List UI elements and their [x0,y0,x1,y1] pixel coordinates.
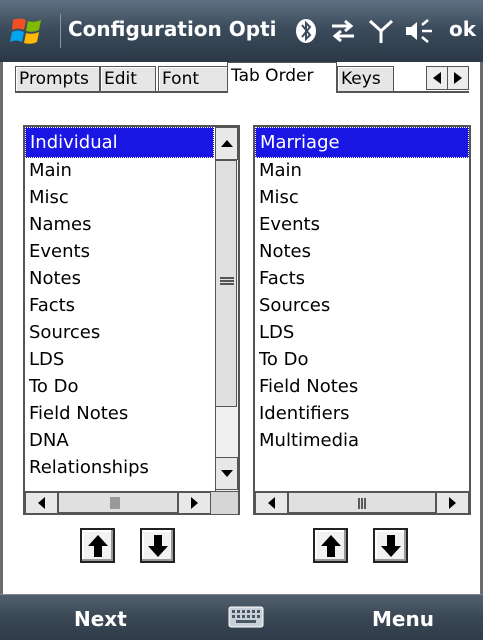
grip-icon [110,497,120,509]
soft-key-bar: Next Menu [0,594,483,640]
ok-button[interactable]: ok [449,17,476,41]
triangle-up-icon [220,140,233,147]
tab-tab-order[interactable]: Tab Order [227,62,337,93]
title-bar: Configuration Opti ok [0,0,483,62]
list-item[interactable]: Events [25,239,214,266]
arrow-down-icon [380,534,401,557]
list-item[interactable]: Field Notes [255,374,469,401]
grip-icon [358,498,366,509]
right-horizontal-scroll-thumb[interactable] [288,492,436,513]
title-separator [60,14,61,48]
list-header-marriage[interactable]: Marriage [255,127,469,158]
triangle-right-icon [454,72,462,84]
list-item[interactable]: LDS [255,320,469,347]
left-vertical-scroll-thumb[interactable] [215,160,237,407]
scroll-up-button[interactable] [215,127,238,160]
scroll-left-button[interactable] [25,492,58,514]
list-item[interactable]: Misc [25,185,214,212]
list-item[interactable]: To Do [25,374,214,401]
list-item[interactable]: Misc [255,185,469,212]
list-item[interactable]: Events [255,212,469,239]
scroll-left-button[interactable] [255,492,288,514]
volume-icon[interactable] [404,14,436,48]
tab-scroll-left-button[interactable] [426,66,448,90]
bluetooth-icon[interactable] [294,14,318,48]
triangle-right-icon [191,497,198,509]
configuration-panel: Prompts Edit Font Tab Order Keys Individ… [0,62,483,594]
scroll-corner [211,492,238,514]
list-item[interactable]: LDS [25,347,214,374]
arrow-down-icon [147,534,168,557]
list-item[interactable]: Sources [25,320,214,347]
list-item[interactable]: Main [25,158,214,185]
marriage-tab-order-list[interactable]: Marriage Main Misc Events Notes Facts Sources… [253,125,471,515]
list-item[interactable]: Field Notes [25,401,214,428]
tab-prompts[interactable]: Prompts [15,66,100,92]
left-horizontal-scrollbar[interactable] [25,491,238,514]
keyboard-icon[interactable] [228,606,264,628]
scroll-right-button[interactable] [178,492,211,514]
menu-softkey[interactable]: Menu [372,607,434,631]
list-item[interactable]: Names [25,212,214,239]
list-item[interactable]: Notes [255,239,469,266]
tab-keys[interactable]: Keys [337,66,394,92]
left-horizontal-scroll-thumb[interactable] [58,492,178,513]
next-softkey[interactable]: Next [74,607,127,631]
list-item[interactable]: Main [255,158,469,185]
triangle-left-icon [38,497,45,509]
individual-tab-order-list[interactable]: Individual Main Misc Names Events Notes Facts… [23,125,240,515]
arrow-up-icon [320,534,341,557]
list-item[interactable]: Relationships [25,455,214,482]
list-item[interactable]: Multimedia [255,428,469,455]
right-move-down-button[interactable] [373,528,408,563]
list-item[interactable]: Identifiers [255,401,469,428]
scroll-down-button[interactable] [215,457,238,490]
list-item[interactable]: DNA [25,428,214,455]
list-item[interactable]: To Do [255,347,469,374]
right-move-up-button[interactable] [313,528,348,563]
signal-antenna-icon[interactable] [368,14,394,48]
list-item[interactable]: Sources [255,293,469,320]
arrow-up-icon [87,534,108,557]
grip-icon [220,277,234,285]
triangle-left-icon [268,497,275,509]
sync-arrows-icon[interactable] [328,14,358,48]
left-move-down-button[interactable] [140,528,175,563]
left-vertical-scrollbar[interactable] [215,127,238,491]
window-title: Configuration Opti [68,17,277,41]
right-horizontal-scrollbar[interactable] [255,491,469,514]
scroll-right-button[interactable] [436,492,469,514]
triangle-down-icon [220,470,233,477]
triangle-left-icon [433,72,441,84]
list-item[interactable]: Facts [255,266,469,293]
list-item[interactable]: Facts [25,293,214,320]
tab-edit[interactable]: Edit [100,66,156,92]
tab-scroll-right-button[interactable] [447,66,469,90]
windows-start-icon[interactable] [10,14,44,48]
list-header-individual[interactable]: Individual [25,127,214,158]
tab-font[interactable]: Font [158,66,228,92]
left-move-up-button[interactable] [80,528,115,563]
triangle-right-icon [449,497,456,509]
list-item[interactable]: Notes [25,266,214,293]
tab-strip: Prompts Edit Font Tab Order Keys [15,62,480,93]
